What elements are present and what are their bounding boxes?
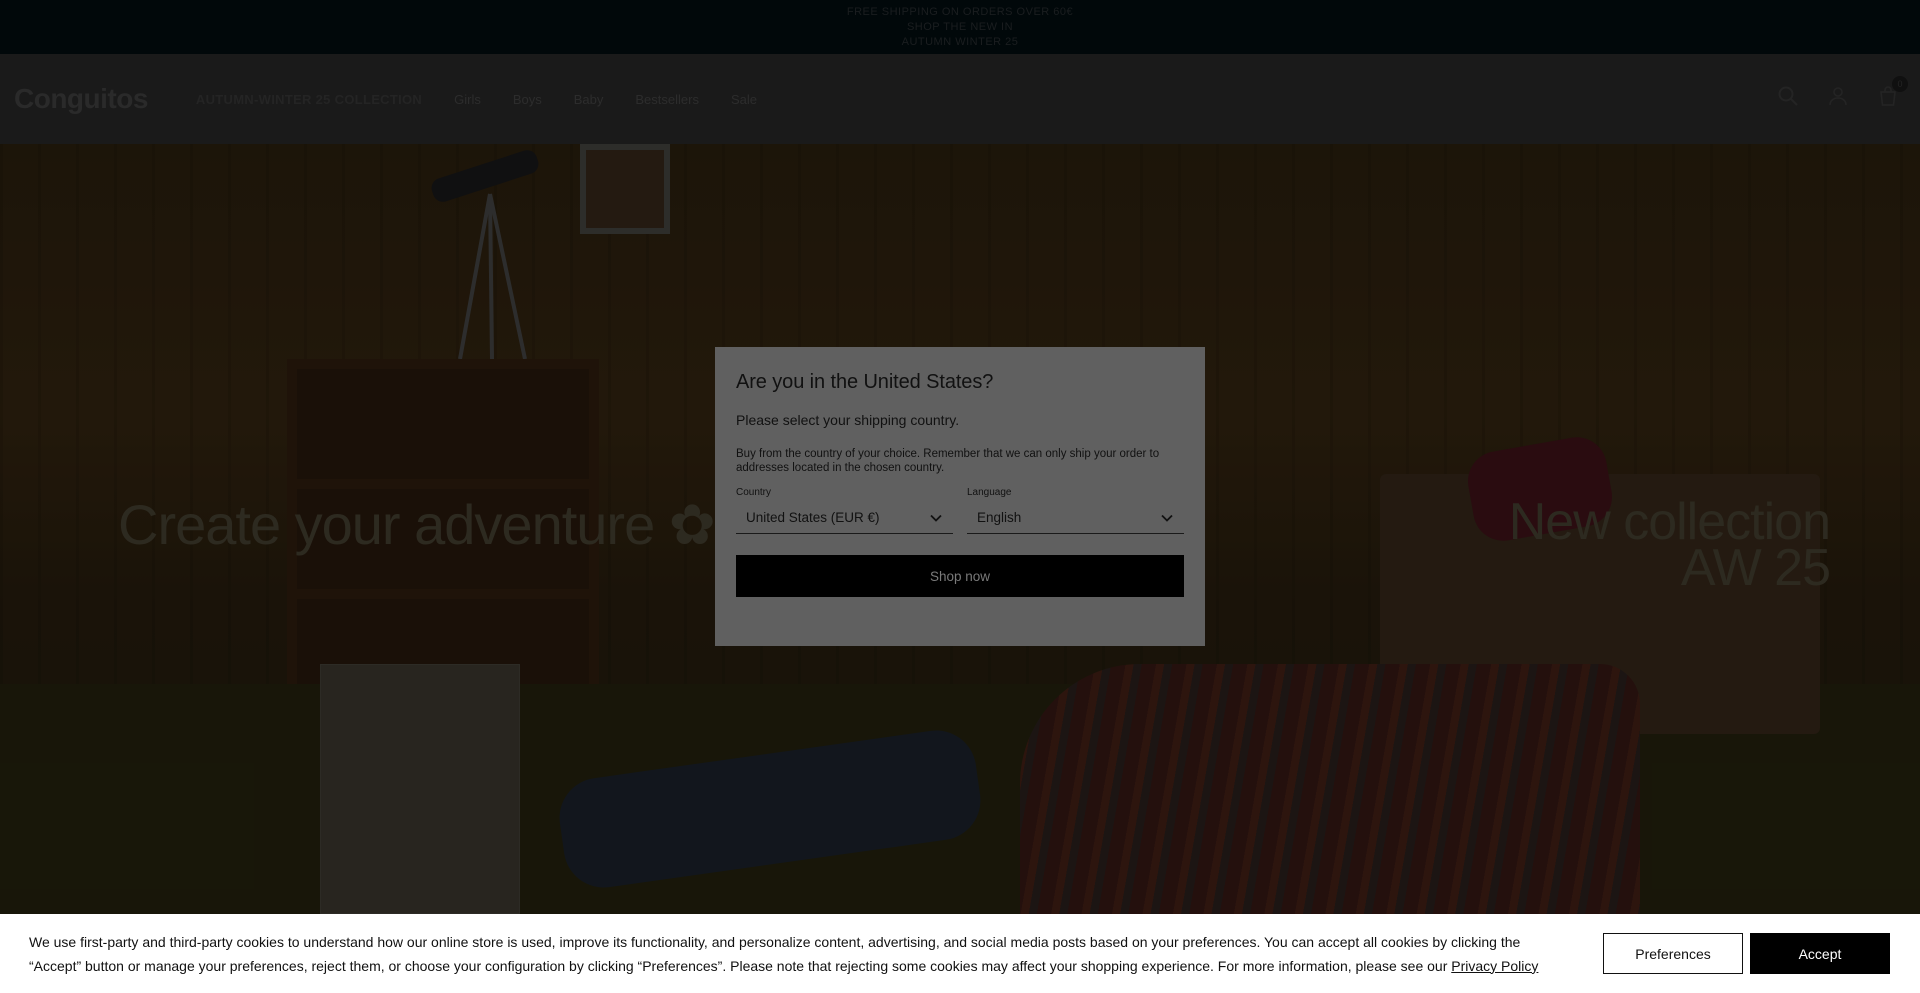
modal-description: Buy from the country of your choice. Rem… <box>736 448 1160 474</box>
language-label: Language <box>967 487 1012 498</box>
language-field: Language English <box>967 487 1184 534</box>
privacy-policy-link[interactable]: Privacy Policy <box>1451 958 1538 974</box>
shop-now-button[interactable]: Shop now <box>736 555 1184 597</box>
language-select-value: English <box>977 510 1022 525</box>
language-select[interactable]: English <box>967 502 1184 534</box>
chevron-down-icon <box>1161 514 1173 522</box>
country-label: Country <box>736 487 772 498</box>
country-select[interactable]: United States (EUR €) <box>736 502 953 534</box>
cookie-actions: Preferences Accept <box>1603 933 1890 974</box>
country-selector-modal: Are you in the United States? Please sel… <box>715 347 1205 646</box>
cookie-text: We use first-party and third-party cooki… <box>29 930 1549 978</box>
accept-button[interactable]: Accept <box>1750 933 1890 974</box>
chevron-down-icon <box>930 514 942 522</box>
cookie-banner: We use first-party and third-party cooki… <box>0 914 1920 993</box>
cookie-message: We use first-party and third-party cooki… <box>29 933 1521 974</box>
modal-title: Are you in the United States? <box>736 371 994 393</box>
country-select-value: United States (EUR €) <box>746 510 880 525</box>
modal-subtitle: Please select your shipping country. <box>736 412 960 428</box>
preferences-button[interactable]: Preferences <box>1603 933 1743 974</box>
modal-selects: Country United States (EUR €) Language E… <box>736 487 1184 534</box>
country-field: Country United States (EUR €) <box>736 487 953 534</box>
